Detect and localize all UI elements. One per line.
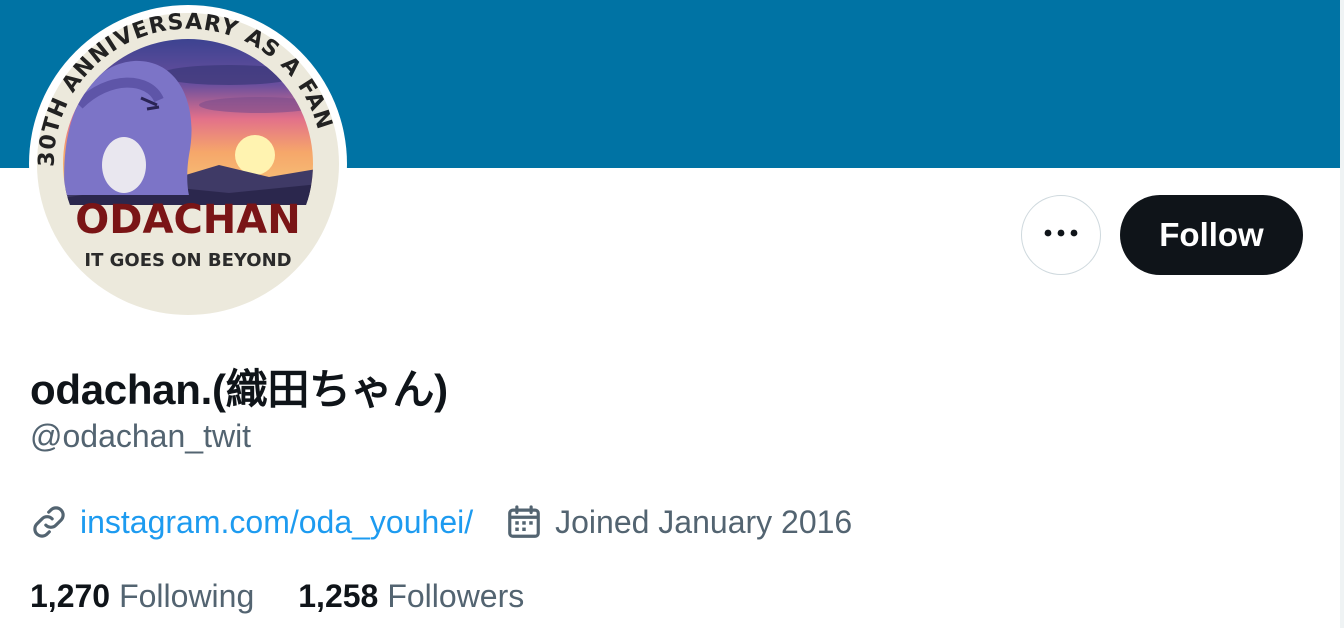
profile-meta: instagram.com/oda_youhei/ Joined January…	[30, 500, 852, 544]
avatar-image: 30TH ANNIVERSARY AS A FAN ODACHAN IT GOE…	[35, 10, 339, 315]
joined-text: Joined January 2016	[555, 503, 853, 540]
follow-button[interactable]: Follow	[1120, 195, 1303, 275]
join-date: Joined January 2016	[505, 503, 852, 541]
link-icon	[30, 503, 68, 541]
profile-avatar[interactable]: 30TH ANNIVERSARY AS A FAN ODACHAN IT GOE…	[29, 5, 347, 323]
following-label: Following	[119, 578, 255, 614]
more-horizontal-icon	[1041, 226, 1081, 244]
avatar-subtitle: IT GOES ON BEYOND	[84, 250, 291, 271]
followers-link[interactable]: 1,258 Followers	[298, 578, 524, 615]
profile-website-link[interactable]: instagram.com/oda_youhei/	[80, 504, 473, 541]
following-link[interactable]: 1,270 Following	[30, 578, 254, 615]
profile-display-name: odachan.(織田ちゃん)	[30, 366, 448, 413]
column-border	[1340, 0, 1344, 628]
avatar-title: ODACHAN	[75, 197, 300, 243]
calendar-icon	[505, 503, 543, 541]
following-count: 1,270	[30, 578, 111, 614]
followers-count: 1,258	[298, 578, 379, 614]
followers-label: Followers	[387, 578, 525, 614]
follow-stats: 1,270 Following 1,258 Followers	[30, 578, 524, 615]
profile-handle: @odachan_twit	[30, 418, 252, 454]
more-options-button[interactable]	[1021, 195, 1101, 275]
